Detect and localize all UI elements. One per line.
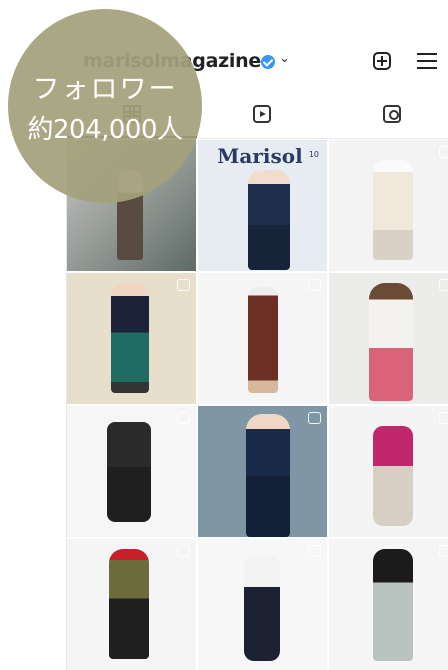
- post-thumbnail[interactable]: [329, 273, 448, 404]
- multi-image-icon: [439, 412, 448, 424]
- multi-image-icon: [439, 279, 448, 291]
- multi-image-icon: [177, 545, 190, 557]
- plus-square-icon[interactable]: [373, 52, 391, 70]
- post-thumbnail[interactable]: [329, 539, 448, 670]
- multi-image-icon: [308, 545, 321, 557]
- post-thumbnail[interactable]: Marisol 10: [198, 140, 327, 271]
- chevron-down-icon[interactable]: ⌄: [279, 51, 290, 66]
- post-thumbnail[interactable]: [329, 406, 448, 537]
- post-thumbnail[interactable]: [67, 273, 196, 404]
- tab-tagged[interactable]: [327, 92, 448, 137]
- hamburger-menu-icon[interactable]: [417, 53, 437, 69]
- multi-image-icon: [177, 412, 190, 424]
- multi-image-icon: [308, 279, 321, 291]
- post-thumbnail[interactable]: [67, 539, 196, 670]
- multi-image-icon: [308, 412, 321, 424]
- post-thumbnail[interactable]: [198, 539, 327, 670]
- follower-label: フォロワー: [32, 74, 178, 105]
- magazine-title: Marisol: [217, 144, 303, 168]
- tab-reels[interactable]: [197, 92, 327, 137]
- follower-count-badge: フォロワー 約204,000人: [8, 9, 202, 203]
- multi-image-icon: [177, 279, 190, 291]
- follower-count: 約204,000人: [27, 115, 183, 145]
- post-thumbnail[interactable]: [67, 406, 196, 537]
- post-thumbnail[interactable]: [329, 140, 448, 271]
- tagged-icon: [383, 105, 401, 123]
- verified-badge-icon: [261, 55, 275, 69]
- multi-image-icon: [439, 146, 448, 158]
- reels-icon: [253, 105, 271, 123]
- multi-image-icon: [439, 545, 448, 557]
- post-thumbnail[interactable]: [198, 273, 327, 404]
- magazine-issue: 10: [308, 150, 319, 159]
- post-thumbnail[interactable]: [198, 406, 327, 537]
